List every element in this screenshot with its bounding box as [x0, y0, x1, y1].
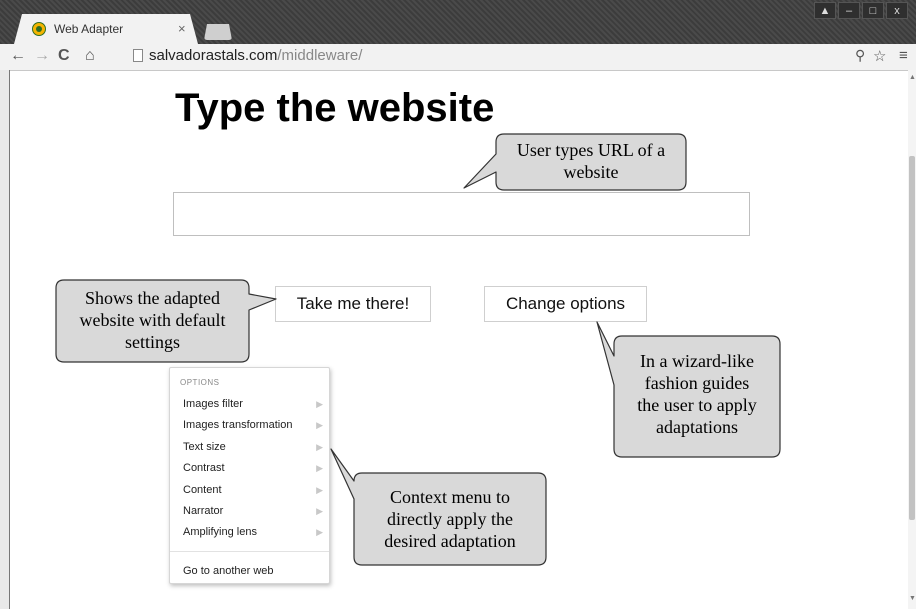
url-hint-callout: User types URL of a website [496, 139, 686, 183]
default-settings-callout: Shows the adapted website with default s… [56, 287, 249, 353]
callout-line: website [563, 162, 619, 182]
callout-line: settings [124, 332, 180, 352]
callout-line: fashion guides [644, 373, 750, 393]
callout-line: User types URL of a [516, 140, 666, 160]
callout-line: Shows the adapted [85, 288, 220, 308]
wizard-callout: In a wizard-like fashion guides the user… [614, 350, 780, 438]
callout-line: In a wizard-like [640, 351, 754, 371]
callout-line: desired adaptation [384, 531, 516, 551]
callout-line: website with default [79, 310, 226, 330]
callout-line: adaptations [656, 417, 738, 437]
context-menu-callout: Context menu to directly apply the desir… [354, 486, 546, 552]
callout-line: directly apply the [387, 509, 513, 529]
callout-line: the user to apply [637, 395, 757, 415]
callout-line: Context menu to [390, 487, 510, 507]
